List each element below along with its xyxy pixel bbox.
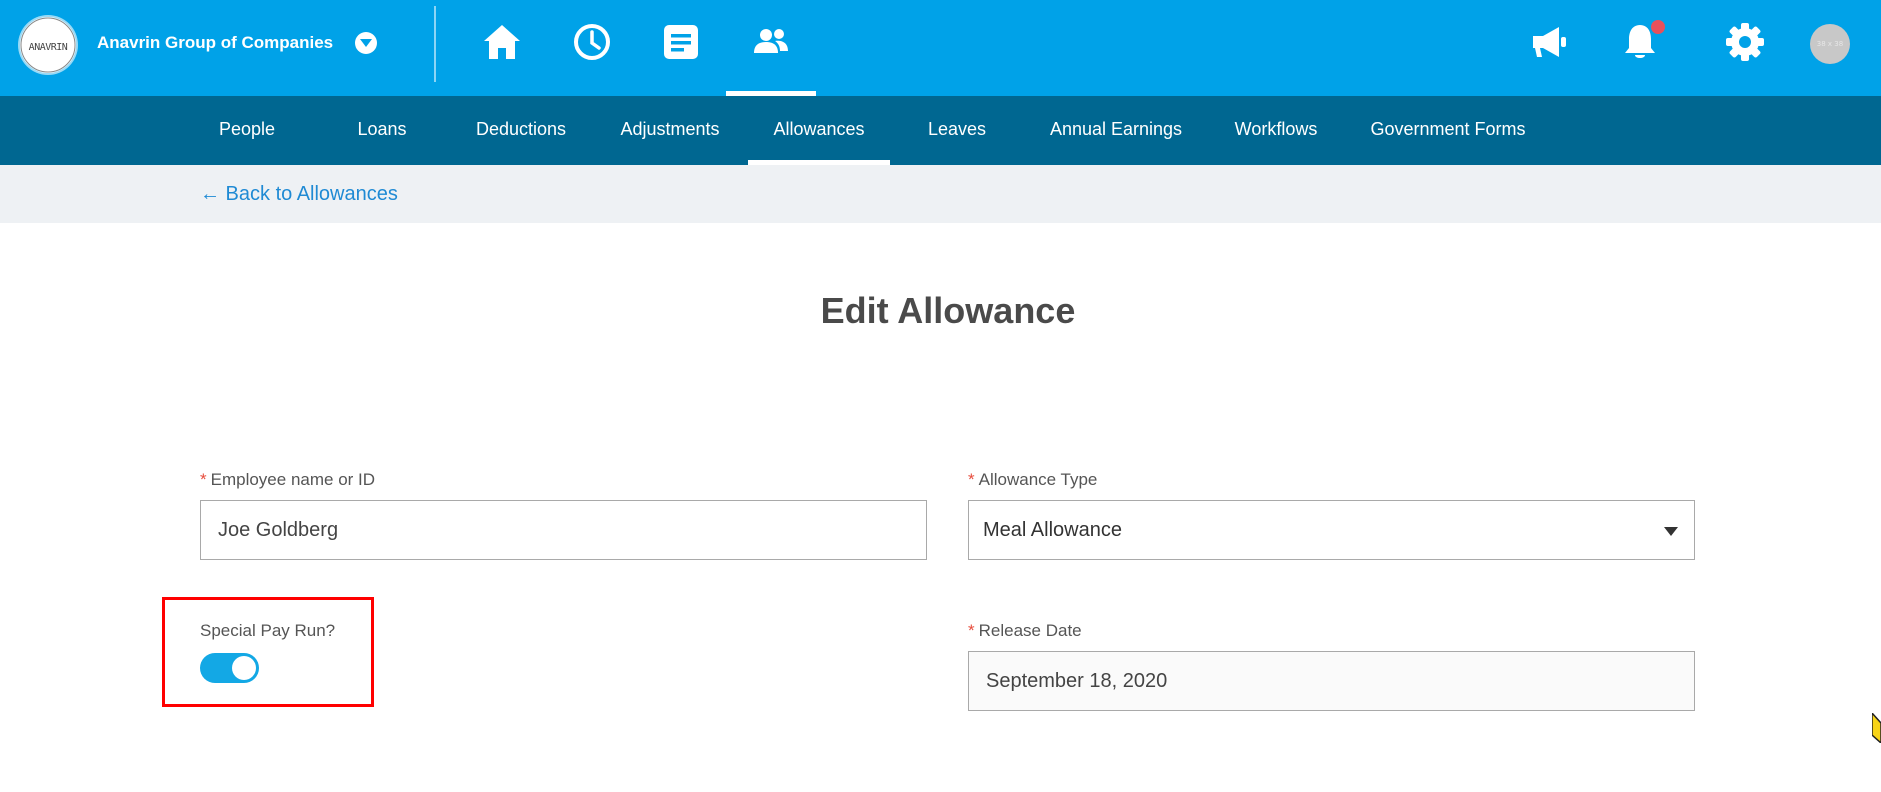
megaphone-icon[interactable]: [1529, 22, 1569, 62]
tab-annual-earnings[interactable]: Annual Earnings: [1046, 96, 1186, 165]
required-marker: *: [968, 470, 975, 489]
release-date-field[interactable]: September 18, 2020: [968, 651, 1695, 711]
employee-field-label: * Employee name or ID: [200, 470, 375, 490]
tab-workflows[interactable]: Workflows: [1227, 96, 1325, 165]
tab-allowances[interactable]: Allowances: [762, 96, 876, 165]
tab-people[interactable]: People: [199, 96, 295, 165]
page-title: Edit Allowance: [820, 290, 1076, 331]
people-icon[interactable]: [751, 22, 791, 62]
clock-icon[interactable]: [572, 22, 612, 62]
breadcrumb: ← Back to Allowances: [0, 165, 1881, 223]
release-date-label-text: Release Date: [978, 621, 1082, 640]
tab-government-forms[interactable]: Government Forms: [1366, 96, 1530, 165]
employee-field[interactable]: Joe Goldberg: [200, 500, 927, 560]
company-logo[interactable]: ANAVRIN: [20, 17, 76, 73]
tab-adjustments[interactable]: Adjustments: [611, 96, 729, 165]
release-date-label: * Release Date: [968, 621, 1082, 641]
chevron-down-icon: [360, 39, 372, 47]
header-divider: [434, 6, 436, 82]
avatar[interactable]: 38 x 38: [1810, 24, 1850, 64]
allowance-type-label-text: Allowance Type: [978, 470, 1098, 489]
tab-deductions[interactable]: Deductions: [466, 96, 576, 165]
notification-badge: [1651, 20, 1665, 34]
employee-label-text: Employee name or ID: [210, 470, 376, 489]
company-dropdown-button[interactable]: [355, 32, 377, 54]
toggle-knob: [232, 656, 256, 680]
logo-graphic: ANAVRIN: [20, 17, 76, 73]
tab-leaves[interactable]: Leaves: [915, 96, 999, 165]
logo-text: ANAVRIN: [29, 42, 68, 53]
required-marker: *: [968, 621, 975, 640]
top-bar: ANAVRIN Anavrin Group of Companies 38 x …: [0, 0, 1881, 96]
highlight-annotation: [162, 597, 374, 707]
special-pay-run-toggle[interactable]: [200, 653, 259, 683]
home-icon[interactable]: [482, 22, 522, 62]
special-pay-run-label: Special Pay Run?: [200, 621, 336, 640]
allowance-type-label: * Allowance Type: [968, 470, 1097, 490]
company-name[interactable]: Anavrin Group of Companies: [97, 33, 333, 53]
gear-icon[interactable]: [1725, 22, 1765, 62]
back-to-allowances-link[interactable]: ← Back to Allowances: [200, 183, 398, 206]
tab-loans[interactable]: Loans: [340, 96, 424, 165]
caret-down-icon: [1664, 527, 1678, 536]
module-tabs: People Loans Deductions Adjustments Allo…: [0, 96, 1881, 165]
allowance-type-value: Meal Allowance: [983, 519, 1122, 541]
document-icon[interactable]: [661, 22, 701, 62]
allowance-type-select[interactable]: Meal Allowance: [968, 500, 1695, 560]
mouse-cursor-icon: [1872, 713, 1881, 743]
required-marker: *: [200, 470, 207, 489]
